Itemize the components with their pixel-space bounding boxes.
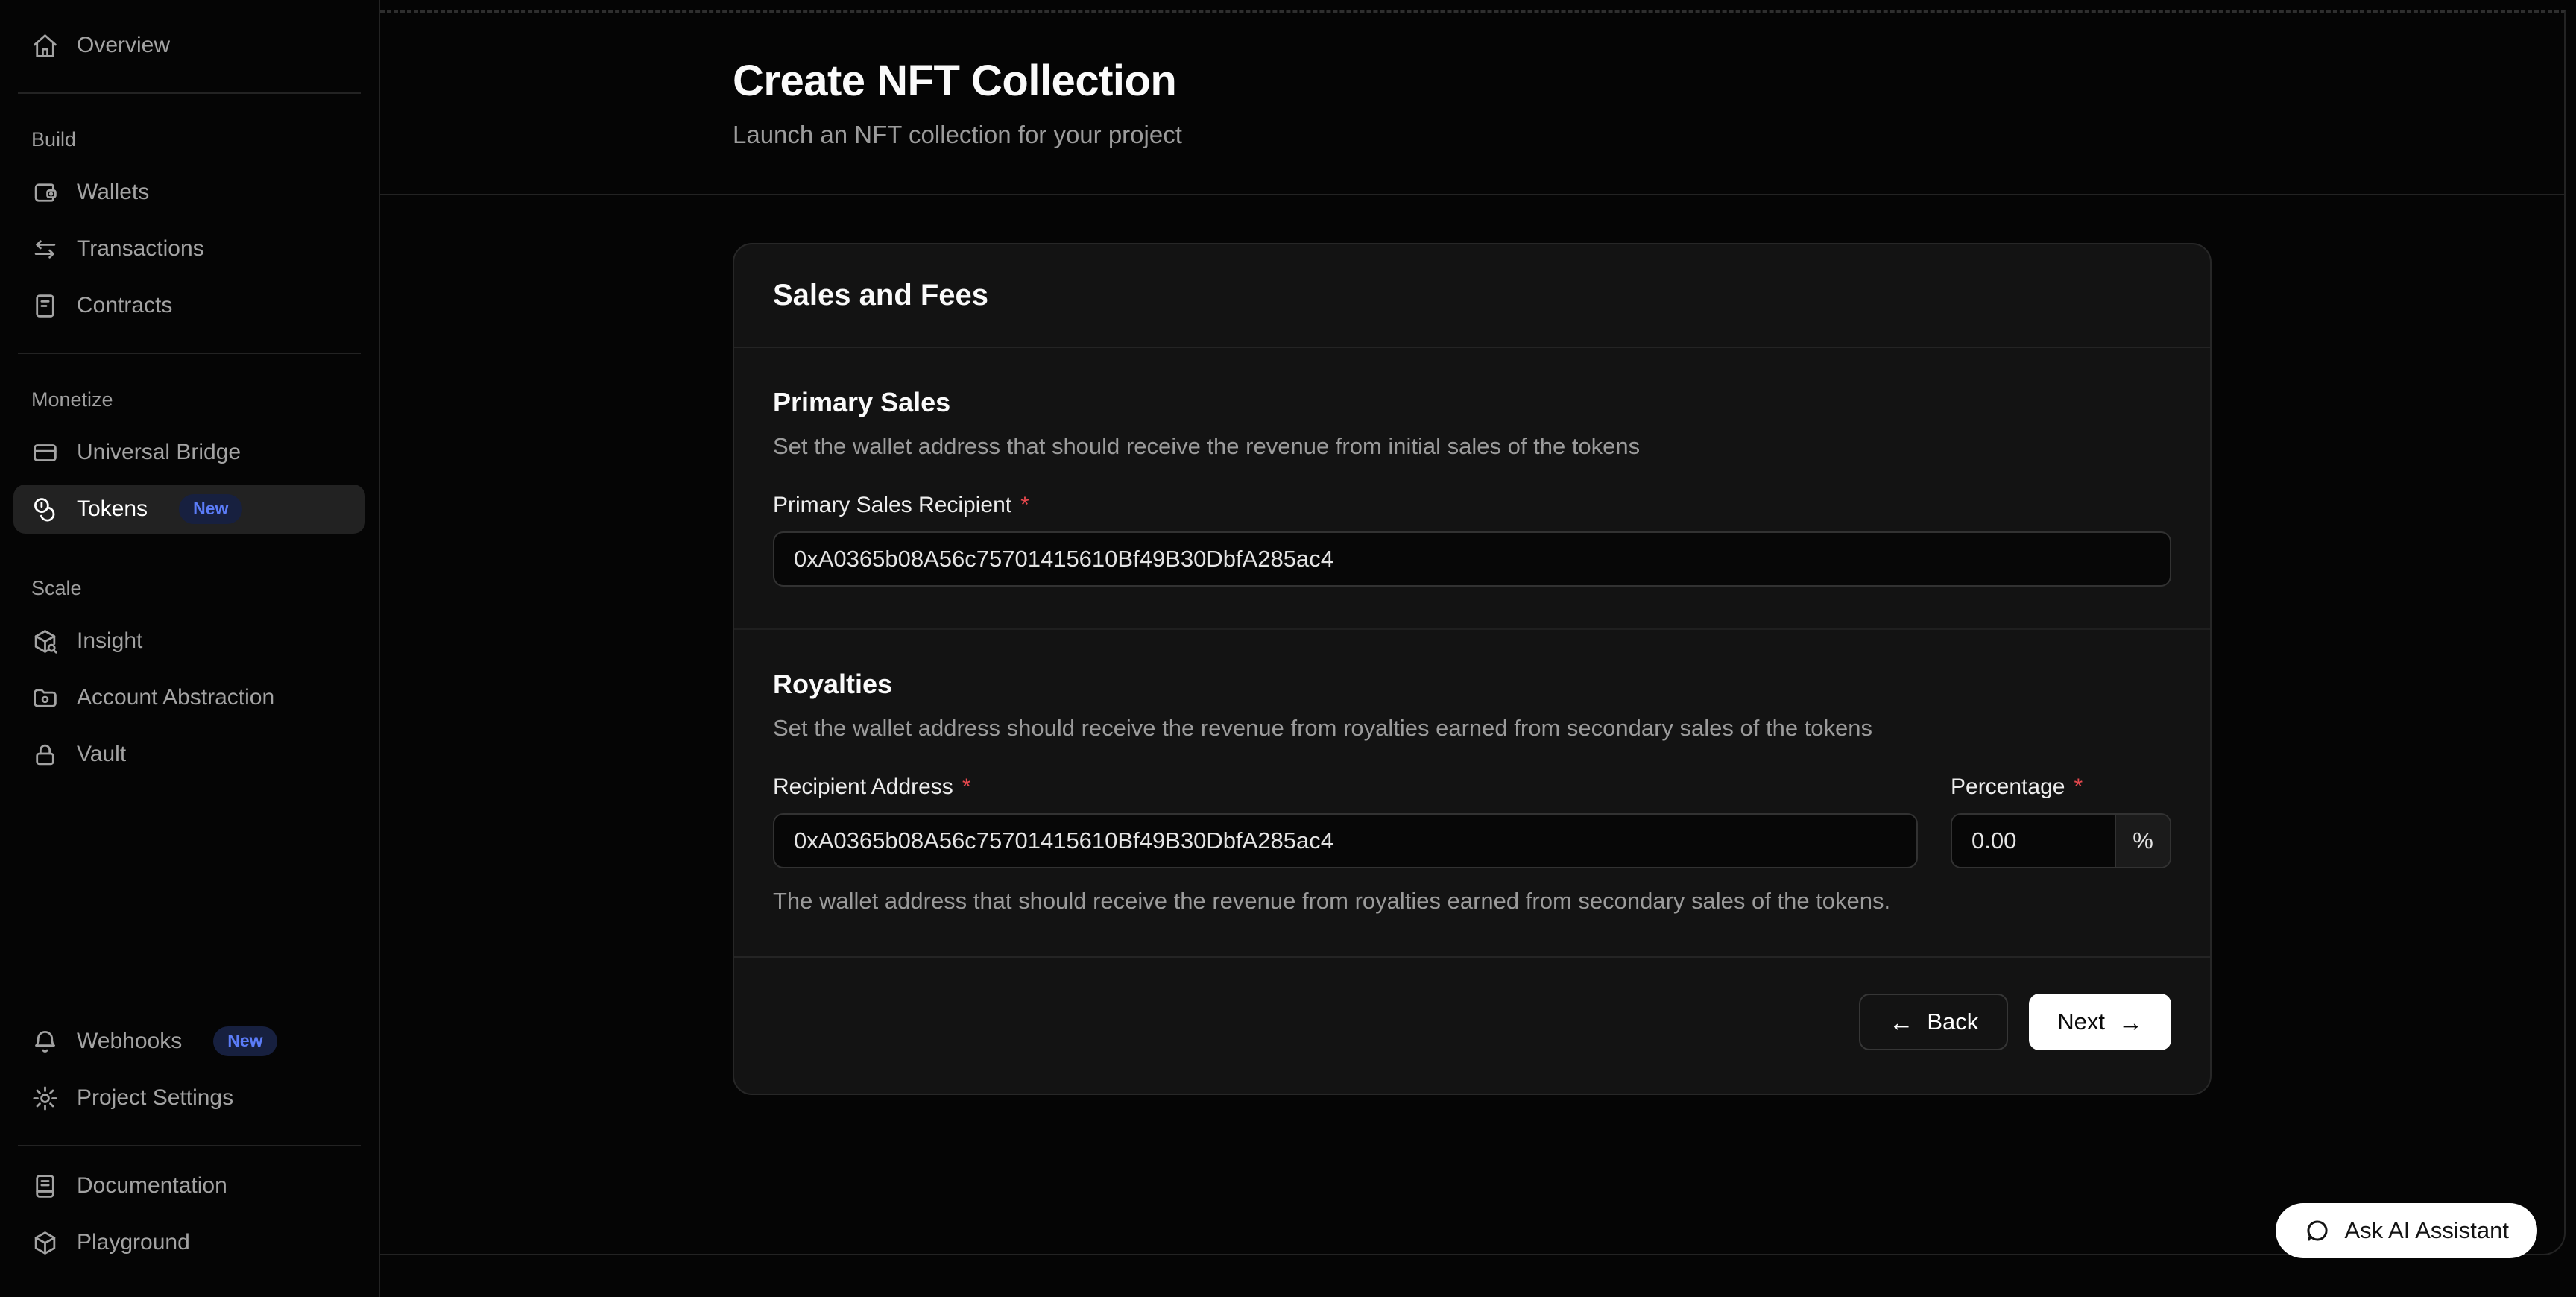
arrow-right-icon: → <box>2118 1010 2143 1035</box>
coins-icon <box>31 496 59 523</box>
home-icon <box>31 32 59 60</box>
bell-icon <box>31 1028 59 1055</box>
primary-sales-description: Set the wallet address that should recei… <box>773 433 2171 460</box>
royalties-field-row: Recipient Address * The wallet address t… <box>773 774 2171 915</box>
sidebar-item-contracts[interactable]: Contracts <box>13 281 365 330</box>
main-panel: Create NFT Collection Launch an NFT coll… <box>380 10 2566 1255</box>
primary-sales-title: Primary Sales <box>773 387 2171 418</box>
arrow-left-icon: ← <box>1889 1010 1913 1035</box>
sidebar-item-label: Account Abstraction <box>77 685 274 710</box>
sidebar-divider <box>18 353 361 354</box>
field-label-text: Percentage <box>1951 774 2065 800</box>
sidebar-item-documentation[interactable]: Documentation <box>13 1161 365 1211</box>
sidebar-item-label: Universal Bridge <box>77 440 241 465</box>
sidebar-item-account-abstraction[interactable]: Account Abstraction <box>13 673 365 722</box>
recipient-address-field: Recipient Address * The wallet address t… <box>773 774 1918 915</box>
sidebar-item-label: Transactions <box>77 236 204 262</box>
sidebar-item-universal-bridge[interactable]: Universal Bridge <box>13 428 365 477</box>
card-header: Sales and Fees <box>734 244 2210 348</box>
sidebar-item-label: Wallets <box>77 180 149 205</box>
cube-icon <box>31 1229 59 1257</box>
sidebar-item-transactions[interactable]: Transactions <box>13 224 365 274</box>
royalties-description: Set the wallet address should receive th… <box>773 715 2171 742</box>
new-badge: New <box>179 494 242 524</box>
back-button-label: Back <box>1927 1009 1978 1035</box>
sidebar: Overview Build Wallets Transactions Cont… <box>0 0 380 1297</box>
insight-icon <box>31 628 59 655</box>
sales-and-fees-card: Sales and Fees Primary Sales Set the wal… <box>733 243 2212 1095</box>
bridge-card-icon <box>31 439 59 467</box>
sidebar-divider <box>18 1145 361 1146</box>
sidebar-item-overview[interactable]: Overview <box>13 21 365 70</box>
required-asterisk: * <box>1020 493 1029 518</box>
sidebar-item-project-settings[interactable]: Project Settings <box>13 1073 365 1123</box>
lock-icon <box>31 741 59 769</box>
chat-bubble-icon <box>2304 1217 2331 1244</box>
ask-ai-assistant-button[interactable]: Ask AI Assistant <box>2276 1203 2537 1258</box>
percentage-input[interactable] <box>1952 815 2115 867</box>
primary-sales-section: Primary Sales Set the wallet address tha… <box>734 348 2210 628</box>
sidebar-item-label: Project Settings <box>77 1085 233 1111</box>
sidebar-divider <box>18 92 361 94</box>
percentage-label: Percentage * <box>1951 774 2171 800</box>
required-asterisk: * <box>2074 774 2083 800</box>
sidebar-item-label: Overview <box>77 33 170 58</box>
sidebar-item-label: Tokens <box>77 496 148 522</box>
next-button[interactable]: Next → <box>2029 994 2171 1050</box>
page-header: Create NFT Collection Launch an NFT coll… <box>380 13 2564 195</box>
contract-icon <box>31 292 59 320</box>
sidebar-item-label: Webhooks <box>77 1029 182 1054</box>
card-title: Sales and Fees <box>773 279 2171 312</box>
required-asterisk: * <box>962 774 971 800</box>
percentage-input-group: % <box>1951 813 2171 868</box>
sidebar-item-label: Playground <box>77 1230 190 1255</box>
ask-ai-assistant-label: Ask AI Assistant <box>2344 1217 2509 1244</box>
recipient-address-input[interactable] <box>773 813 1918 868</box>
folder-coin-icon <box>31 684 59 712</box>
next-button-label: Next <box>2057 1009 2105 1035</box>
royalties-section: Royalties Set the wallet address should … <box>734 628 2210 956</box>
sidebar-item-webhooks[interactable]: Webhooks New <box>13 1017 365 1066</box>
recipient-address-label: Recipient Address * <box>773 774 1918 800</box>
transactions-icon <box>31 236 59 263</box>
primary-sales-recipient-input[interactable] <box>773 531 2171 587</box>
back-button[interactable]: ← Back <box>1859 994 2008 1050</box>
sidebar-item-playground[interactable]: Playground <box>13 1218 365 1267</box>
new-badge: New <box>213 1026 277 1056</box>
sidebar-item-wallets[interactable]: Wallets <box>13 168 365 217</box>
sidebar-spacer <box>13 786 365 1017</box>
sidebar-item-tokens[interactable]: Tokens New <box>13 485 365 534</box>
gear-icon <box>31 1085 59 1112</box>
docs-icon <box>31 1173 59 1200</box>
royalties-title: Royalties <box>773 669 2171 700</box>
page-subtitle: Launch an NFT collection for your projec… <box>733 121 2212 149</box>
card-footer: ← Back Next → <box>734 956 2210 1094</box>
sidebar-section-scale: Scale <box>13 577 365 600</box>
page-content: Sales and Fees Primary Sales Set the wal… <box>380 195 2564 1254</box>
primary-sales-recipient-label: Primary Sales Recipient * <box>773 493 2171 518</box>
page-title: Create NFT Collection <box>733 56 2212 106</box>
sidebar-item-label: Vault <box>77 742 126 767</box>
field-label-text: Recipient Address <box>773 774 953 800</box>
sidebar-section-monetize: Monetize <box>13 388 365 411</box>
wallet-icon <box>31 179 59 206</box>
app-root: Overview Build Wallets Transactions Cont… <box>0 0 2576 1297</box>
percentage-field: Percentage * % <box>1951 774 2171 868</box>
sidebar-item-insight[interactable]: Insight <box>13 616 365 666</box>
sidebar-item-label: Insight <box>77 628 142 654</box>
sidebar-section-build: Build <box>13 128 365 151</box>
field-label-text: Primary Sales Recipient <box>773 493 1011 518</box>
recipient-address-help: The wallet address that should receive t… <box>773 888 1918 915</box>
percent-suffix: % <box>2115 815 2170 867</box>
sidebar-item-vault[interactable]: Vault <box>13 730 365 779</box>
sidebar-item-label: Documentation <box>77 1173 227 1199</box>
sidebar-item-label: Contracts <box>77 293 172 318</box>
